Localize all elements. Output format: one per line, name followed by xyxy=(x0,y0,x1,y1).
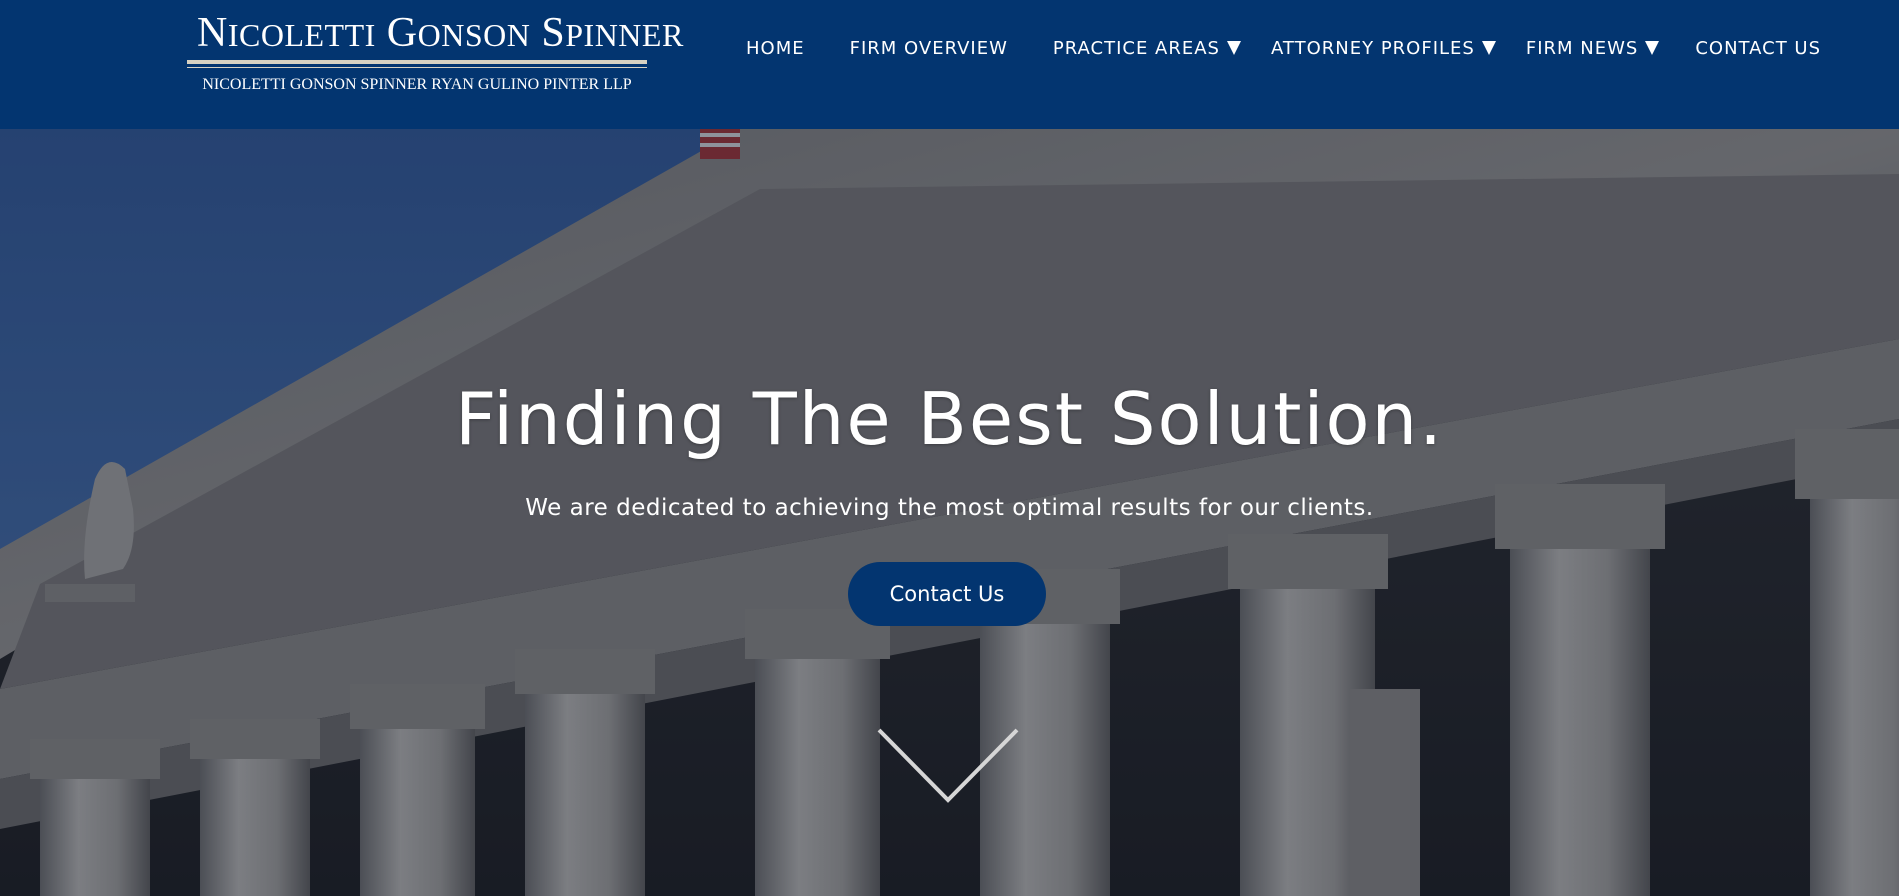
contact-us-button[interactable]: Contact Us xyxy=(848,562,1046,626)
logo-rule-thick xyxy=(187,60,647,64)
caret-down-icon xyxy=(1645,41,1660,55)
logo-word-1-rest: ICOLETTI xyxy=(227,17,376,53)
caret-down-icon xyxy=(1481,41,1496,55)
logo-word-3-cap: S xyxy=(541,10,566,56)
chevron-down-icon[interactable] xyxy=(875,726,1021,806)
nav-contact-us-label: CONTACT US xyxy=(1695,37,1822,59)
logo-rule-thin xyxy=(187,67,647,68)
site-header: NICOLETTI GONSON SPINNER NICOLETTI GONSO… xyxy=(0,0,1899,129)
hero-subtitle: We are dedicated to achieving the most o… xyxy=(525,495,1374,521)
logo-word-3-rest: PINNER xyxy=(565,17,684,53)
logo-word-2-rest: ONSON xyxy=(417,17,531,53)
caret-down-icon xyxy=(1227,41,1241,55)
nav-firm-news[interactable]: FIRM NEWS xyxy=(1525,37,1660,59)
nav-firm-overview[interactable]: FIRM OVERVIEW xyxy=(850,38,1008,59)
nav-home-label: HOME xyxy=(746,37,805,59)
nav-firm-news-label: FIRM NEWS xyxy=(1525,37,1639,59)
nav-contact-us[interactable]: CONTACT US xyxy=(1695,38,1821,59)
site-logo[interactable]: NICOLETTI GONSON SPINNER NICOLETTI GONSO… xyxy=(187,10,683,98)
nav-practice-areas-label: PRACTICE AREAS xyxy=(1052,37,1220,59)
hero-title: Finding The Best Solution. xyxy=(454,377,1445,461)
nav-practice-areas[interactable]: PRACTICE AREAS xyxy=(1053,38,1241,59)
nav-firm-overview-label: FIRM OVERVIEW xyxy=(849,37,1008,59)
hero-section: Finding The Best Solution. We are dedica… xyxy=(0,129,1899,896)
logo-wordmark: NICOLETTI GONSON SPINNER xyxy=(197,10,683,58)
logo-subtitle: NICOLETTI GONSON SPINNER RYAN GULINO PIN… xyxy=(202,76,632,93)
nav-attorney-profiles-label: ATTORNEY PROFILES xyxy=(1271,37,1475,59)
main-nav: HOME FIRM OVERVIEW PRACTICE AREAS ATTORN… xyxy=(730,0,1821,96)
nav-attorney-profiles[interactable]: ATTORNEY PROFILES xyxy=(1271,38,1496,59)
logo-word-1-cap: N xyxy=(197,10,228,56)
page: NICOLETTI GONSON SPINNER NICOLETTI GONSO… xyxy=(0,0,1899,896)
logo-word-2-cap: G xyxy=(386,10,418,56)
nav-home[interactable]: HOME xyxy=(746,38,805,59)
